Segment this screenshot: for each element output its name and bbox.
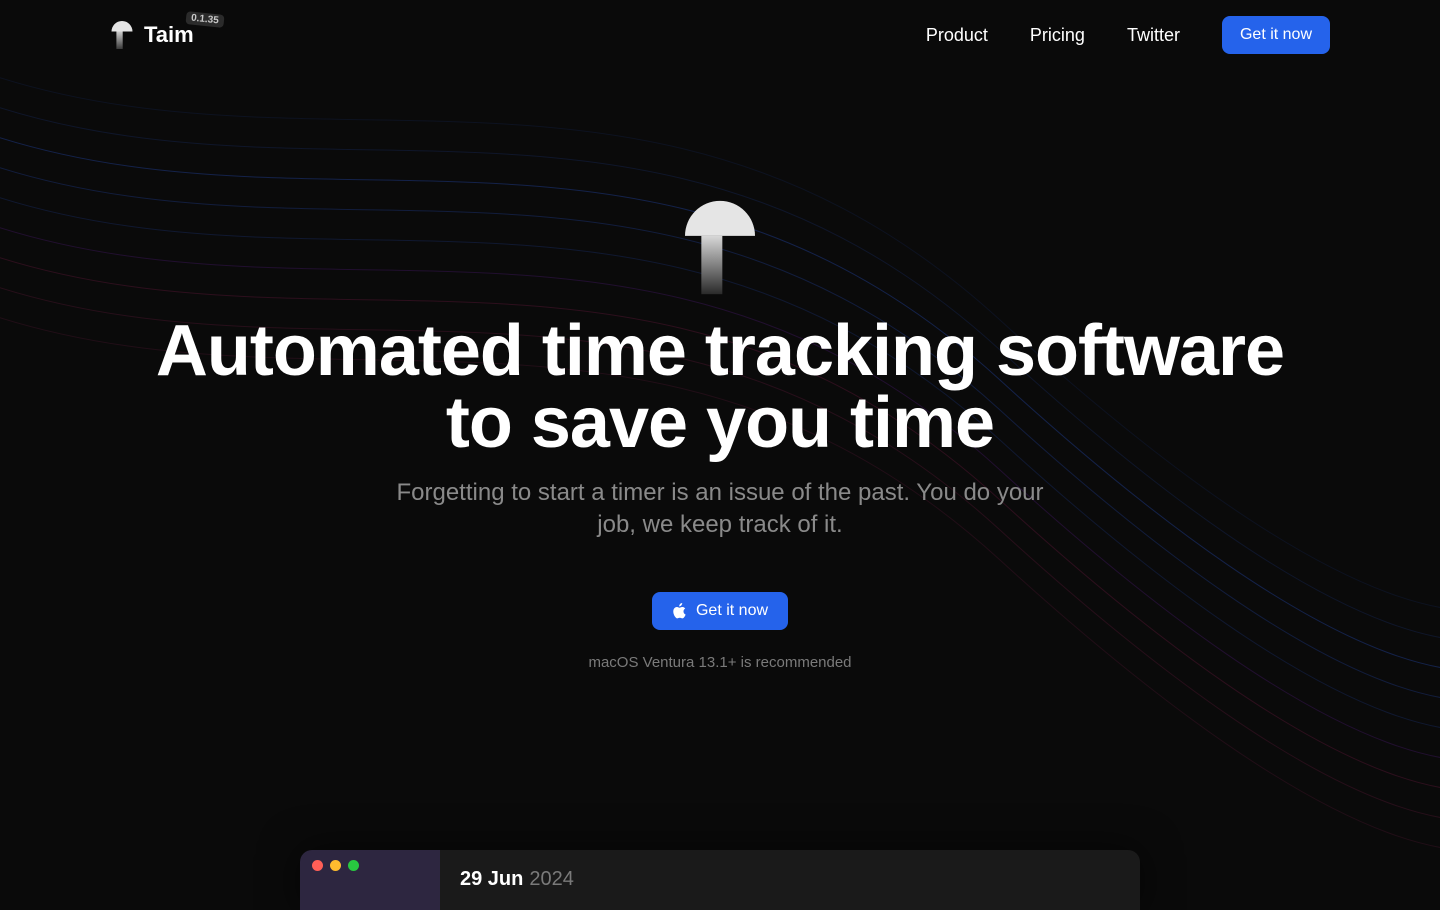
hero-cta-button[interactable]: Get it now	[652, 592, 788, 630]
app-date-day: 29 Jun	[460, 868, 523, 891]
app-screenshot-preview: 29 Jun 2024	[300, 850, 1140, 910]
maximize-window-icon	[348, 860, 359, 871]
header-cta-button[interactable]: Get it now	[1222, 16, 1330, 54]
window-traffic-lights	[312, 860, 359, 871]
nav-link-twitter[interactable]: Twitter	[1127, 25, 1180, 46]
taim-logo-icon	[110, 21, 134, 49]
app-sidebar	[300, 850, 440, 910]
site-header: Taim 0.1.35 Product Pricing Twitter Get …	[0, 0, 1440, 70]
hero-title: Automated time tracking software to save…	[156, 315, 1284, 459]
app-date-year: 2024	[529, 868, 574, 891]
hero-subtitle: Forgetting to start a timer is an issue …	[380, 477, 1060, 542]
close-window-icon	[312, 860, 323, 871]
app-date: 29 Jun 2024	[460, 868, 1120, 891]
nav-link-pricing[interactable]: Pricing	[1030, 25, 1085, 46]
minimize-window-icon	[330, 860, 341, 871]
nav-link-product[interactable]: Product	[926, 25, 988, 46]
brand[interactable]: Taim 0.1.35	[110, 21, 194, 49]
apple-icon	[672, 603, 686, 619]
taim-logo-large-icon	[685, 200, 755, 295]
app-main-panel: 29 Jun 2024	[440, 850, 1140, 910]
hero-section: Automated time tracking software to save…	[0, 70, 1440, 671]
brand-name: Taim	[144, 22, 194, 48]
hero-cta-label: Get it now	[696, 602, 768, 620]
primary-nav: Product Pricing Twitter Get it now	[926, 16, 1330, 54]
hero-note: macOS Ventura 13.1+ is recommended	[588, 654, 851, 671]
